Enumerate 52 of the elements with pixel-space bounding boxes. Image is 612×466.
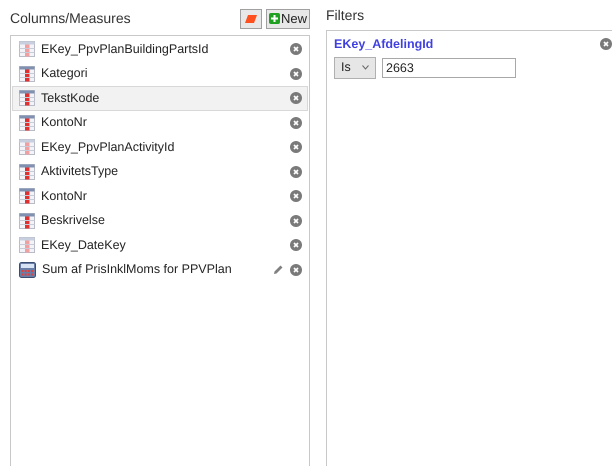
- column-item[interactable]: KontoNr: [12, 184, 308, 208]
- table-column-icon: [19, 90, 35, 106]
- filter-value-field[interactable]: 2663: [382, 58, 516, 78]
- panel-title: Columns/Measures: [10, 9, 132, 28]
- remove-icon[interactable]: [290, 214, 302, 227]
- eraser-icon: [244, 14, 258, 24]
- remove-icon[interactable]: [290, 239, 302, 252]
- remove-icon[interactable]: [290, 141, 302, 154]
- remove-icon[interactable]: [290, 166, 302, 178]
- plus-icon: [268, 13, 280, 24]
- table-column-icon: [19, 41, 35, 58]
- table-column-icon: [19, 212, 35, 229]
- column-item[interactable]: Sum af PrisInklMoms for PPVPlan: [12, 258, 308, 282]
- column-label: KontoNr: [41, 188, 88, 205]
- column-label: Beskrivelse: [41, 212, 106, 230]
- remove-icon[interactable]: [290, 92, 302, 104]
- table-column-icon: [19, 139, 35, 156]
- column-item[interactable]: EKey_DateKey: [12, 233, 308, 258]
- table-column-icon: [19, 66, 35, 82]
- new-button[interactable]: New: [266, 8, 310, 28]
- column-item[interactable]: Beskrivelse: [12, 208, 308, 233]
- column-item[interactable]: TekstKode: [12, 86, 308, 110]
- table-column-icon: [19, 237, 35, 254]
- remove-icon[interactable]: [600, 38, 612, 50]
- table-column-icon: [19, 164, 35, 180]
- remove-icon[interactable]: [290, 116, 302, 129]
- remove-icon[interactable]: [290, 68, 302, 80]
- chevron-down-icon: [362, 65, 369, 70]
- column-label: Sum af PrisInklMoms for PPVPlan: [42, 261, 233, 278]
- column-label: AktivitetsType: [41, 163, 120, 180]
- column-label: EKey_DateKey: [41, 236, 127, 254]
- remove-icon[interactable]: [290, 190, 302, 202]
- column-item[interactable]: EKey_PpvPlanActivityId: [12, 135, 308, 160]
- column-item[interactable]: Kategori: [12, 62, 308, 86]
- column-label: EKey_PpvPlanBuildingPartsId: [41, 40, 210, 58]
- column-label: TekstKode: [41, 90, 100, 107]
- calculator-icon: [19, 262, 36, 278]
- column-item[interactable]: KontoNr: [12, 110, 308, 135]
- column-label: Kategori: [41, 65, 89, 82]
- remove-icon[interactable]: [290, 43, 302, 56]
- column-item[interactable]: EKey_PpvPlanBuildingPartsId: [12, 37, 308, 62]
- operator-dropdown[interactable]: Is: [334, 56, 376, 79]
- remove-icon[interactable]: [290, 264, 302, 276]
- column-label: EKey_PpvPlanActivityId: [41, 138, 176, 156]
- panel-title: Filters: [326, 6, 364, 24]
- table-column-icon: [19, 114, 35, 131]
- pencil-icon[interactable]: [273, 264, 284, 276]
- filter-field-name: EKey_AfdelingId: [334, 36, 434, 53]
- column-label: KontoNr: [41, 114, 88, 132]
- column-item[interactable]: AktivitetsType: [12, 160, 308, 184]
- table-column-icon: [19, 188, 35, 204]
- eraser-button[interactable]: [240, 8, 262, 28]
